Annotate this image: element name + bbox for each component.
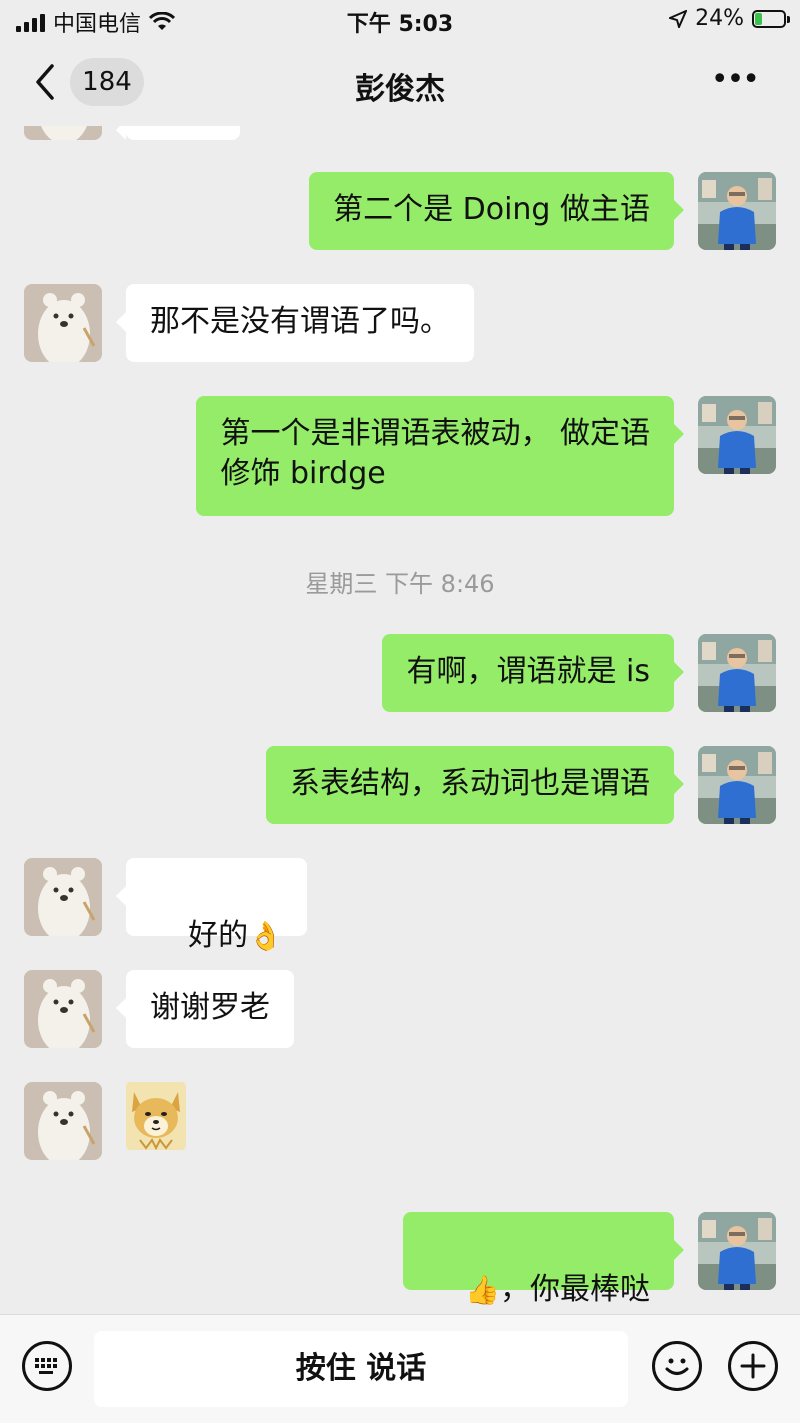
contact-avatar[interactable] xyxy=(24,284,102,362)
status-right: 24% xyxy=(669,6,790,31)
message-bubble-right[interactable]: 第二个是 Doing 做主语 xyxy=(309,172,684,250)
battery-percent: 24% xyxy=(695,6,744,31)
status-bar: 中国电信 下午 5:03 24% xyxy=(0,0,800,40)
message-bubble-left[interactable]: 那不是没有谓语了吗。 xyxy=(116,284,474,362)
contact-avatar[interactable] xyxy=(24,970,102,1048)
message-text: 好的 xyxy=(188,918,249,953)
smiley-icon[interactable] xyxy=(652,1341,702,1391)
ok-hand-emoji-icon: 👌 xyxy=(248,919,284,953)
message-bubble-left[interactable]: 好的👌 xyxy=(115,858,308,953)
battery-fill xyxy=(755,12,762,25)
message-bubble-left[interactable] xyxy=(116,126,240,140)
my-avatar[interactable] xyxy=(698,1212,776,1290)
message-bubble-right[interactable]: 👍，你最棒哒 xyxy=(402,1212,685,1307)
message-list[interactable]: 第二个是 Doing 做主语 那不是没有谓语了吗。 第一个是非谓语表被动， 做定… xyxy=(0,126,800,1314)
contact-avatar[interactable] xyxy=(24,126,102,140)
chat-title: 彭俊杰 xyxy=(355,72,445,107)
more-options-button[interactable]: ••• xyxy=(711,65,760,95)
message-bubble-right[interactable]: 有啊，谓语就是 is xyxy=(382,634,684,712)
contact-avatar[interactable] xyxy=(24,858,102,936)
message-bubble-right[interactable]: 第一个是非谓语表被动， 做定语 修饰 birdge xyxy=(196,396,684,516)
my-avatar[interactable] xyxy=(698,746,776,824)
message-bubble-left[interactable]: 谢谢罗老 xyxy=(116,970,294,1048)
hold-to-talk-button[interactable]: 按住 说话 xyxy=(94,1331,628,1407)
my-avatar[interactable] xyxy=(698,172,776,250)
location-arrow-icon xyxy=(669,9,688,28)
message-text: ，你最棒哒 xyxy=(500,1272,650,1307)
timestamp: 星期三 下午 8:46 xyxy=(305,570,495,598)
contact-avatar[interactable] xyxy=(24,1082,102,1160)
thumbs-up-emoji-icon: 👍 xyxy=(465,1273,500,1307)
battery-icon xyxy=(752,9,790,28)
chat-header: 184 彭俊杰 ••• xyxy=(0,40,800,126)
doge-sticker-icon[interactable] xyxy=(126,1082,186,1150)
message-bubble-right[interactable]: 系表结构，系动词也是谓语 xyxy=(266,746,684,824)
plus-icon[interactable] xyxy=(728,1341,778,1391)
input-bar: 按住 说话 xyxy=(0,1314,800,1423)
my-avatar[interactable] xyxy=(698,634,776,712)
my-avatar[interactable] xyxy=(698,396,776,474)
keyboard-icon[interactable] xyxy=(22,1341,72,1391)
